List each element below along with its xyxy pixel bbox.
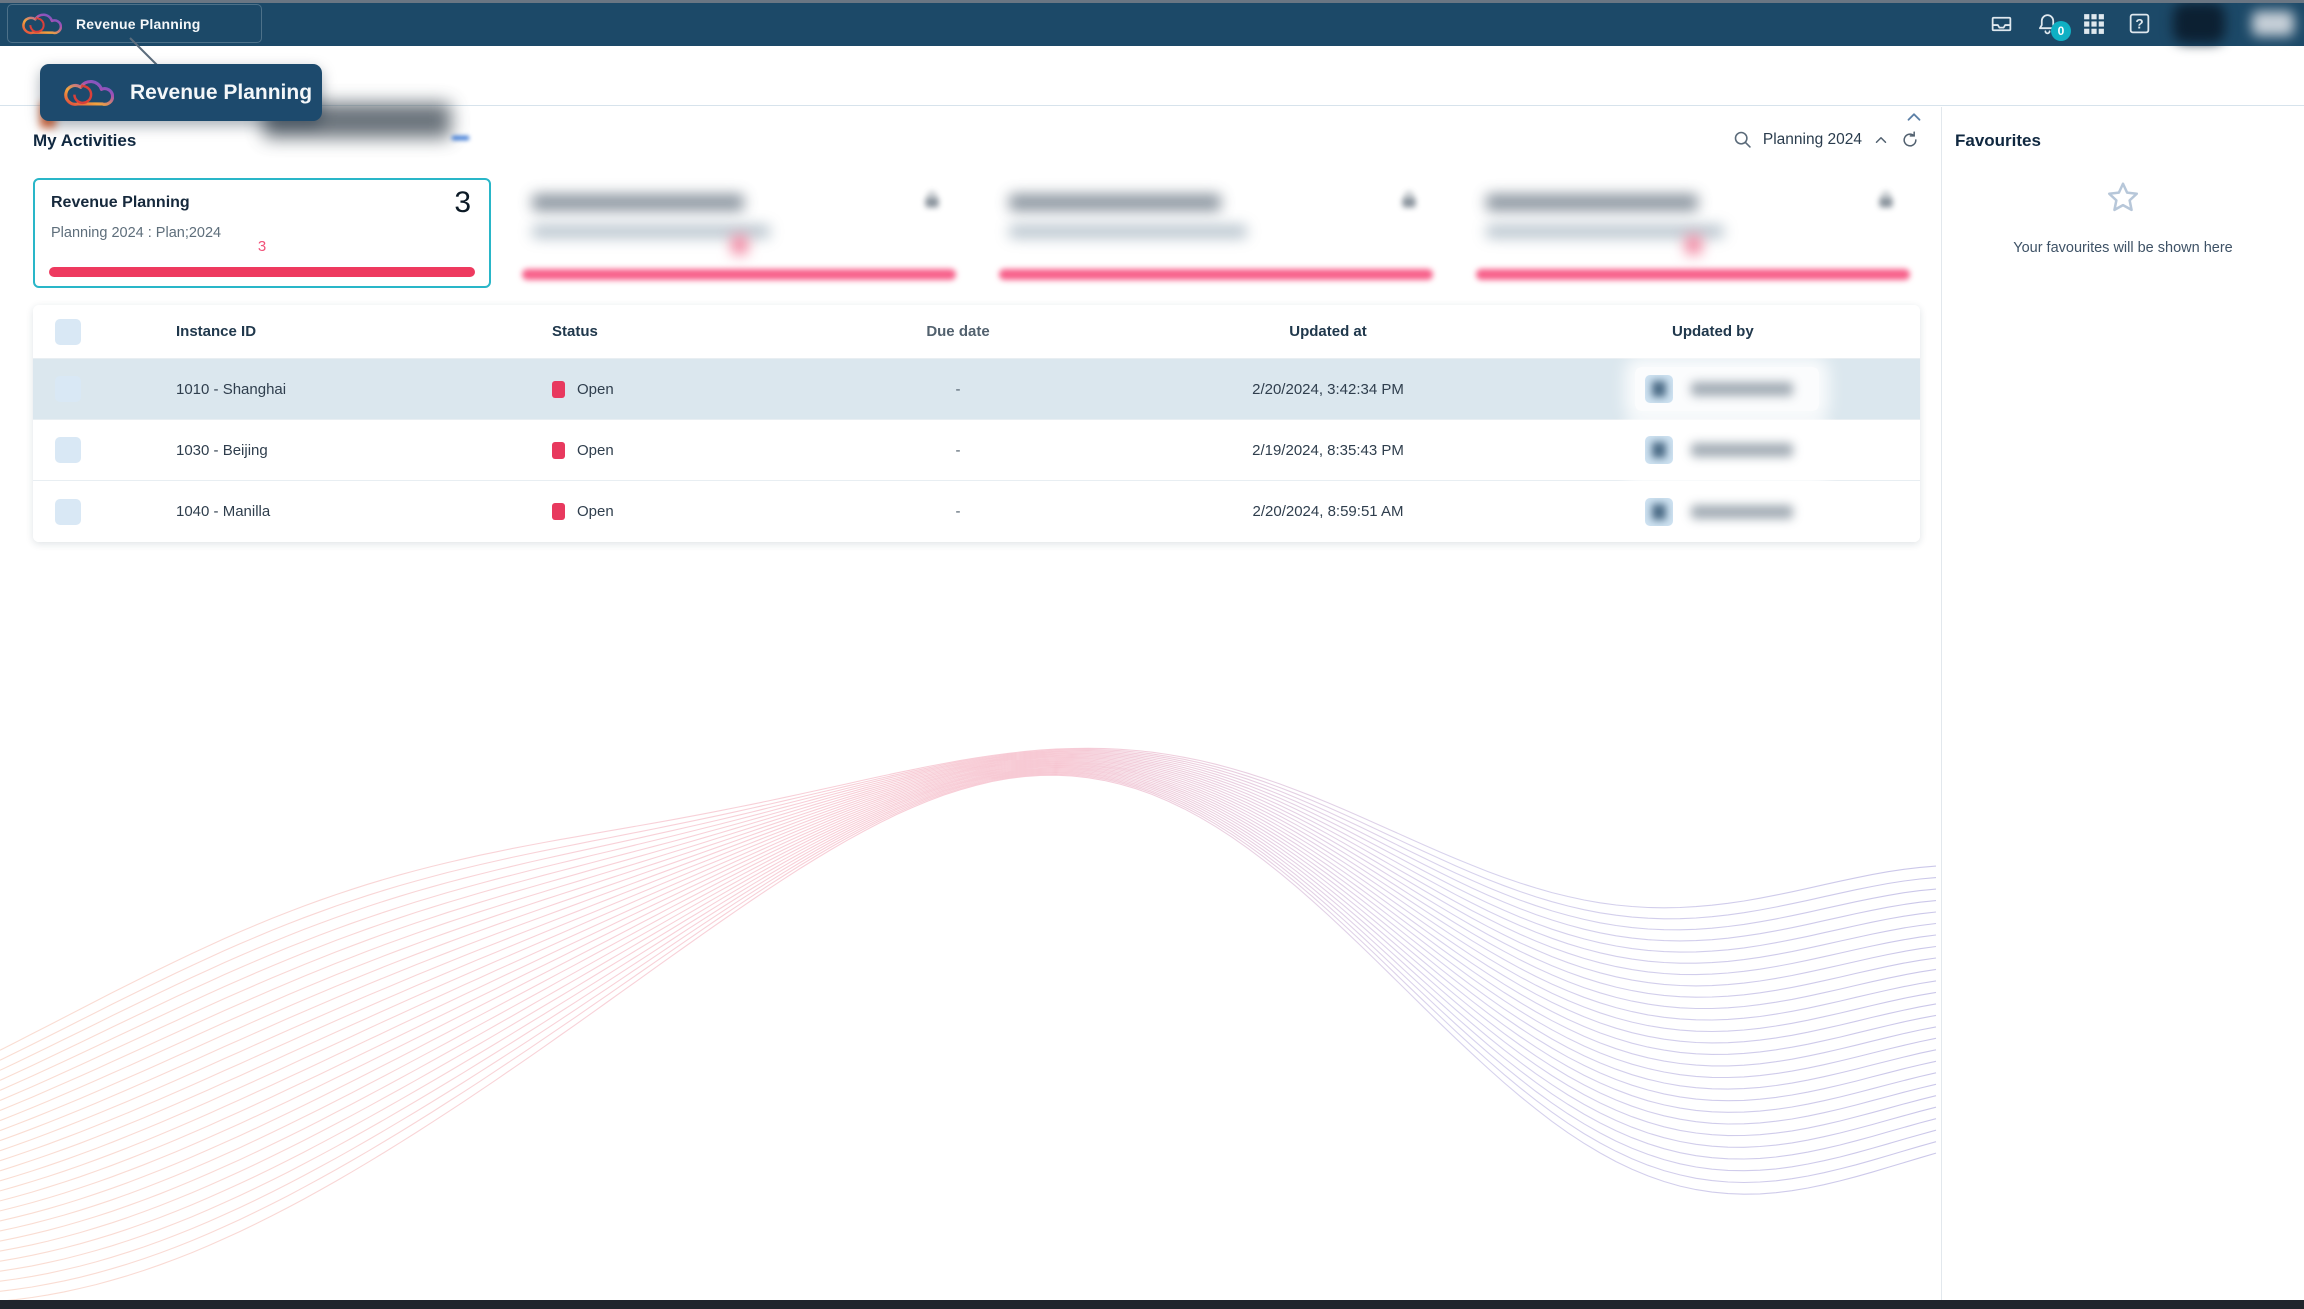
activities-filter[interactable]: Planning 2024	[1732, 129, 1920, 150]
table-header-row: Instance ID Status Due date Updated at U…	[33, 305, 1920, 359]
search-icon[interactable]	[1732, 129, 1753, 150]
my-activities-title: My Activities	[33, 131, 136, 151]
col-header-updated-at[interactable]: Updated at	[1093, 323, 1563, 340]
favourites-empty-text: Your favourites will be shown here	[1942, 240, 2304, 256]
row-checkbox[interactable]	[55, 499, 81, 525]
row-checkbox[interactable]	[55, 437, 81, 463]
cell-updated-at: 2/19/2024, 8:35:43 PM	[1093, 442, 1563, 459]
app-switcher-chip[interactable]: Revenue Planning	[7, 4, 262, 43]
app-window: Revenue Planning 0	[0, 0, 2304, 1309]
card-title: Revenue Planning	[51, 194, 473, 212]
cell-updated-by-blurred	[1635, 490, 1819, 534]
status-open-indicator	[552, 381, 565, 398]
status-open-indicator	[552, 503, 565, 520]
activity-card-revenue-planning[interactable]: Revenue Planning 3 Planning 2024 : Plan;…	[33, 178, 491, 288]
card-count: 3	[454, 186, 471, 220]
revenue-planning-callout: Revenue Planning	[40, 64, 322, 121]
user-name-blurred	[1691, 443, 1793, 457]
callout-cloud-logo-icon	[64, 73, 114, 112]
favourites-panel: Favourites Your favourites will be shown…	[1941, 107, 2304, 1300]
wave-pattern-decoration	[0, 620, 1941, 1300]
navbar-app-title: Revenue Planning	[76, 16, 201, 32]
blurred-card-progress-bar	[522, 269, 956, 280]
favourites-title: Favourites	[1955, 131, 2041, 151]
activity-card-blurred[interactable]	[510, 178, 968, 288]
star-icon	[2104, 179, 2142, 217]
cell-status: Open	[577, 442, 614, 459]
activity-card-blurred[interactable]	[987, 178, 1445, 288]
window-bottom-edge	[0, 1300, 2304, 1309]
row-checkbox[interactable]	[55, 376, 81, 402]
main-content: My Activities Planning 2024 Revenue Plan…	[0, 107, 1941, 1300]
table-row[interactable]: 1010 - Shanghai Open - 2/20/2024, 3:42:3…	[33, 359, 1920, 420]
cell-updated-by-blurred	[1635, 428, 1819, 472]
cell-status: Open	[577, 503, 614, 520]
collapse-chevron-icon[interactable]	[1903, 106, 1925, 128]
blurred-card-title	[1009, 194, 1221, 211]
instances-table: Instance ID Status Due date Updated at U…	[33, 305, 1920, 542]
cell-instance-id: 1040 - Manilla	[143, 503, 522, 520]
table-row[interactable]: 1030 - Beijing Open - 2/19/2024, 8:35:43…	[33, 420, 1920, 481]
user-avatar-blurred[interactable]	[2173, 3, 2225, 43]
col-header-due-date[interactable]: Due date	[823, 323, 1093, 340]
cell-due-date: -	[823, 442, 1093, 459]
card-progress-bar	[49, 267, 475, 277]
blurred-card-title	[1486, 194, 1698, 211]
page-title-underline-blurred	[452, 136, 469, 140]
cell-status: Open	[577, 381, 614, 398]
status-open-indicator	[552, 442, 565, 459]
app-grid-icon[interactable]	[2081, 11, 2106, 36]
user-name-blurred	[1691, 382, 1793, 396]
svg-text:?: ?	[2135, 16, 2143, 31]
blurred-card-count	[732, 236, 747, 254]
cell-instance-id: 1030 - Beijing	[143, 442, 522, 459]
help-icon[interactable]: ?	[2127, 11, 2152, 36]
cell-updated-at: 2/20/2024, 8:59:51 AM	[1093, 503, 1563, 520]
chevron-up-icon[interactable]	[1872, 131, 1890, 149]
lock-icon	[1876, 190, 1896, 210]
cell-updated-by-blurred	[1635, 367, 1819, 411]
blurred-card-subtitle	[1009, 225, 1247, 238]
col-header-status[interactable]: Status	[522, 323, 823, 340]
table-row[interactable]: 1040 - Manilla Open - 2/20/2024, 8:59:51…	[33, 481, 1920, 542]
select-all-checkbox[interactable]	[55, 319, 81, 345]
cell-instance-id: 1010 - Shanghai	[143, 381, 522, 398]
notification-count-badge: 0	[2051, 21, 2071, 41]
shell-bar	[0, 46, 2304, 106]
refresh-icon[interactable]	[1900, 130, 1920, 150]
cell-due-date: -	[823, 503, 1093, 520]
user-avatar-blurred	[1645, 436, 1673, 464]
col-header-instance-id[interactable]: Instance ID	[143, 323, 522, 340]
lock-icon	[1399, 190, 1419, 210]
user-avatar-blurred	[1645, 375, 1673, 403]
col-header-updated-by[interactable]: Updated by	[1563, 323, 1920, 340]
filter-value[interactable]: Planning 2024	[1763, 131, 1862, 149]
cell-due-date: -	[823, 381, 1093, 398]
inbox-icon[interactable]	[1989, 11, 2014, 36]
lock-icon	[922, 190, 942, 210]
activity-card-blurred[interactable]	[1464, 178, 1922, 288]
callout-title: Revenue Planning	[130, 81, 312, 105]
user-avatar-blurred	[1645, 498, 1673, 526]
blurred-card-count	[1686, 236, 1701, 254]
window-top-edge	[0, 0, 2304, 3]
blurred-card-progress-bar	[1476, 269, 1910, 280]
card-bar-count: 3	[35, 238, 489, 255]
notifications-bell-icon[interactable]: 0	[2035, 11, 2060, 36]
blurred-card-progress-bar	[999, 269, 1433, 280]
blurred-card-title	[532, 194, 744, 211]
cell-updated-at: 2/20/2024, 3:42:34 PM	[1093, 381, 1563, 398]
user-name-blurred	[1691, 505, 1793, 519]
top-navbar: Revenue Planning 0	[0, 0, 2304, 46]
user-initials-blurred[interactable]	[2252, 11, 2294, 36]
app-cloud-logo-icon	[22, 8, 62, 39]
